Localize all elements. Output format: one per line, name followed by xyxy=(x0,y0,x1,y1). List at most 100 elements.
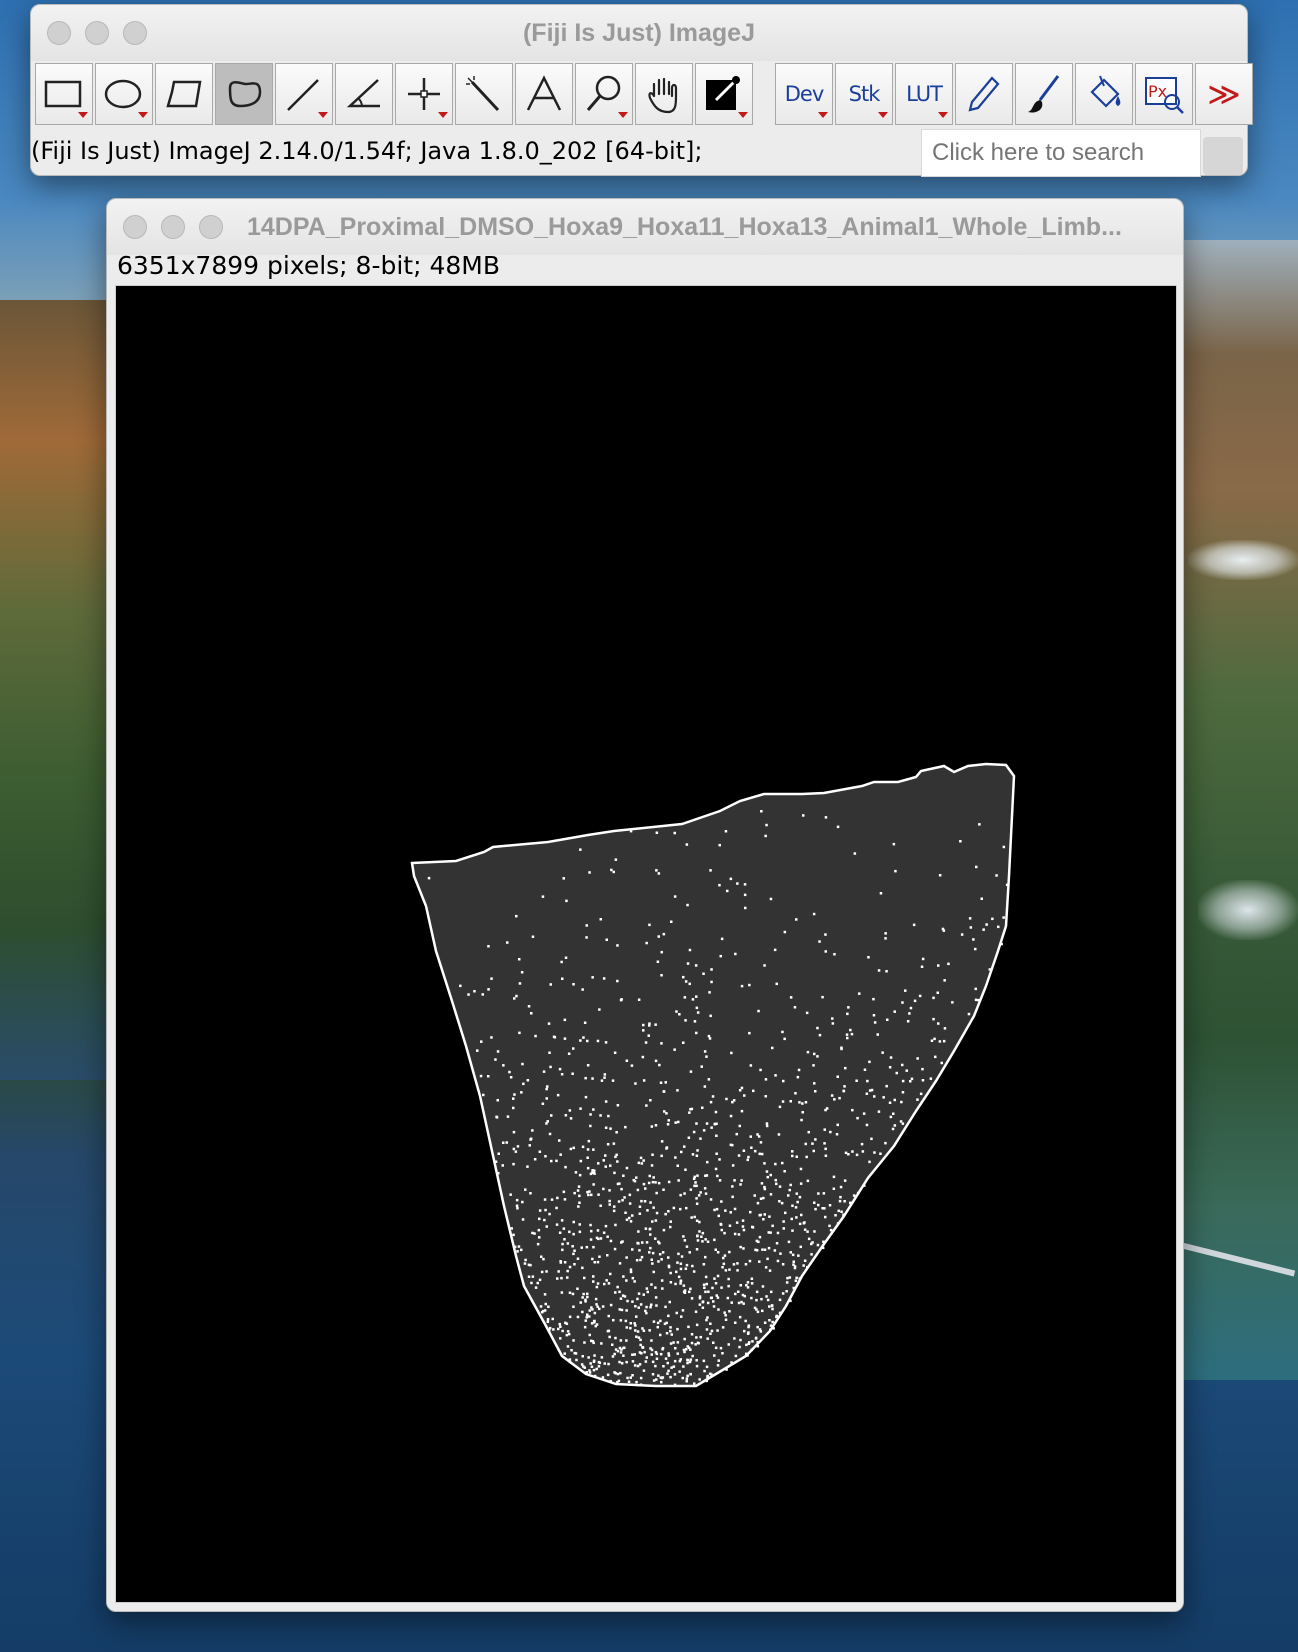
puncta-dot xyxy=(699,1191,702,1194)
puncta-dot xyxy=(541,895,545,898)
puncta-dot xyxy=(513,1093,516,1096)
color-picker-tool[interactable] xyxy=(695,63,753,125)
puncta-dot xyxy=(824,1108,827,1112)
puncta-dot xyxy=(843,1200,846,1203)
puncta-dot xyxy=(716,1174,719,1178)
puncta-dot xyxy=(904,989,907,992)
puncta-dot xyxy=(888,1101,892,1104)
puncta-dot xyxy=(568,1360,572,1364)
puncta-dot xyxy=(501,1164,504,1167)
puncta-dot xyxy=(657,1181,661,1185)
stk-menu-tool[interactable]: Stk xyxy=(835,63,893,125)
puncta-dot xyxy=(616,979,619,983)
puncta-dot xyxy=(660,1380,663,1384)
puncta-dot xyxy=(695,1359,698,1362)
hand-icon xyxy=(648,77,678,114)
text-tool[interactable] xyxy=(515,63,573,125)
puncta-dot xyxy=(721,1326,725,1329)
puncta-dot xyxy=(580,1246,583,1249)
line-tool[interactable] xyxy=(275,63,333,125)
puncta-dot xyxy=(609,1272,612,1276)
search-button[interactable] xyxy=(1203,137,1243,175)
lut-menu-tool[interactable]: LUT xyxy=(895,63,953,125)
imagej-titlebar[interactable]: (Fiji Is Just) ImageJ xyxy=(31,5,1247,61)
puncta-dot xyxy=(763,1248,767,1251)
puncta-dot xyxy=(588,871,591,874)
puncta-dot xyxy=(768,1319,771,1322)
puncta-dot xyxy=(728,1268,731,1271)
puncta-dot xyxy=(625,1309,628,1312)
puncta-dot xyxy=(556,1277,559,1280)
puncta-dot xyxy=(572,1220,575,1224)
puncta-dot xyxy=(1002,916,1005,919)
puncta-dot xyxy=(787,1240,791,1244)
puncta-dot xyxy=(895,1071,898,1075)
angle-tool[interactable] xyxy=(335,63,393,125)
puncta-dot xyxy=(702,1129,706,1132)
puncta-dot xyxy=(563,1261,567,1264)
puncta-dot xyxy=(756,1341,759,1344)
puncta-dot xyxy=(814,1090,817,1093)
dropdown-indicator xyxy=(438,112,448,118)
puncta-dot xyxy=(603,1282,606,1286)
puncta-dot xyxy=(625,1218,629,1221)
puncta-dot xyxy=(967,1012,971,1016)
image-titlebar[interactable]: 14DPA_Proximal_DMSO_Hoxa9_Hoxa11_Hoxa13_… xyxy=(107,199,1183,255)
puncta-dot xyxy=(695,995,698,998)
puncta-dot xyxy=(769,1193,773,1196)
puncta-dot xyxy=(509,1193,512,1196)
puncta-dot xyxy=(700,1235,703,1238)
wand-tool[interactable] xyxy=(455,63,513,125)
puncta-dot xyxy=(637,1306,640,1309)
puncta-dot xyxy=(579,848,582,851)
more-tools-button[interactable]: ≫ xyxy=(1195,63,1253,125)
pixel-inspector-tool[interactable]: Px xyxy=(1135,63,1193,125)
freehand-tool[interactable] xyxy=(215,63,273,125)
puncta-dot xyxy=(814,1138,817,1141)
puncta-dot xyxy=(502,1141,505,1144)
puncta-dot xyxy=(557,1270,560,1273)
puncta-dot xyxy=(459,984,462,988)
puncta-dot xyxy=(741,1219,745,1222)
polygon-tool[interactable] xyxy=(155,63,213,125)
dev-menu-tool[interactable]: Dev xyxy=(775,63,833,125)
puncta-dot xyxy=(635,1176,638,1179)
puncta-dot xyxy=(657,872,661,875)
puncta-dot xyxy=(757,1009,760,1013)
puncta-dot xyxy=(858,992,861,995)
search-input[interactable] xyxy=(921,129,1201,177)
puncta-dot xyxy=(695,1006,699,1010)
puncta-dot xyxy=(674,1121,677,1124)
puncta-dot xyxy=(571,1245,574,1248)
puncta-dot xyxy=(723,1311,726,1314)
zoom-button[interactable] xyxy=(199,215,223,239)
puncta-dot xyxy=(650,1258,653,1261)
magnifier-tool[interactable] xyxy=(575,63,633,125)
puncta-dot xyxy=(602,1231,606,1234)
puncta-dot xyxy=(620,1187,623,1191)
point-tool[interactable] xyxy=(395,63,453,125)
puncta-dot xyxy=(593,1374,597,1378)
puncta-dot xyxy=(586,1295,589,1299)
puncta-dot xyxy=(886,1018,889,1021)
puncta-dot xyxy=(621,1199,624,1202)
pencil-tool[interactable] xyxy=(955,63,1013,125)
minimize-button[interactable] xyxy=(161,215,185,239)
paintbrush-tool[interactable] xyxy=(1015,63,1073,125)
hand-tool[interactable] xyxy=(635,63,693,125)
puncta-dot xyxy=(891,1127,895,1131)
puncta-dot xyxy=(563,1037,567,1040)
flood-fill-tool[interactable] xyxy=(1075,63,1133,125)
image-canvas[interactable] xyxy=(115,285,1177,1603)
puncta-dot xyxy=(772,1327,775,1330)
puncta-dot xyxy=(688,948,692,952)
puncta-dot xyxy=(807,1237,811,1241)
puncta-dot xyxy=(608,1189,611,1192)
puncta-dot xyxy=(978,823,981,826)
puncta-dot xyxy=(688,982,691,986)
puncta-dot xyxy=(698,1220,701,1224)
rectangle-tool[interactable] xyxy=(35,63,93,125)
oval-tool[interactable] xyxy=(95,63,153,125)
close-button[interactable] xyxy=(123,215,147,239)
puncta-dot xyxy=(669,1220,672,1223)
